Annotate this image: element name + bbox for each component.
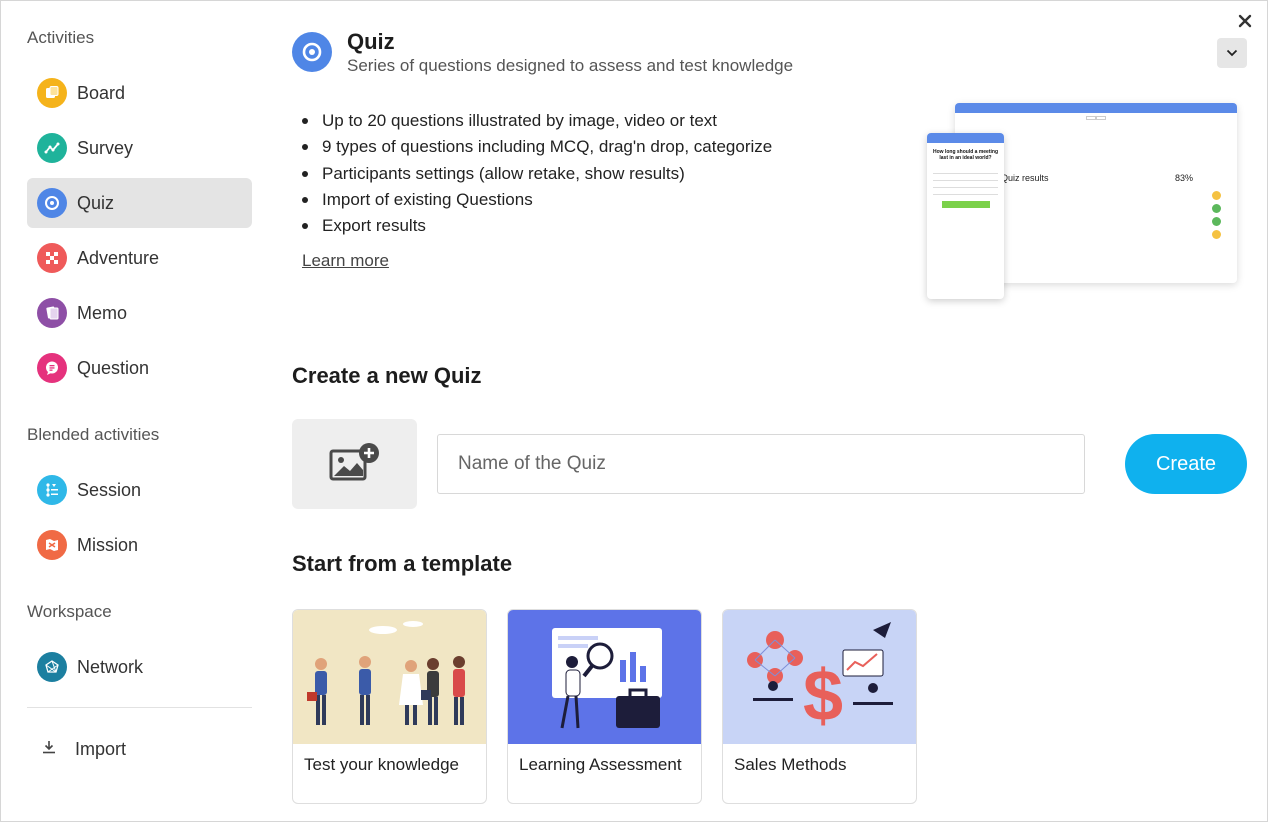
svg-text:$: $ — [803, 656, 843, 736]
sidebar-item-mission[interactable]: Mission — [27, 520, 252, 570]
preview-header-bar — [955, 103, 1237, 113]
sidebar: Activities Board Survey Quiz Adventure M… — [1, 1, 271, 821]
feature-list: Up to 20 questions illustrated by image,… — [302, 108, 772, 239]
preview-results-percentage: 83% — [1175, 173, 1194, 183]
quiz-preview-illustration: Quiz results 83% How long should a meeti… — [923, 97, 1243, 303]
quiz-name-input[interactable] — [437, 434, 1085, 494]
add-image-button[interactable] — [292, 419, 417, 509]
template-card-label: Test your knowledge — [304, 755, 459, 774]
page-title: Quiz — [347, 29, 395, 54]
sidebar-item-label: Session — [77, 479, 142, 500]
page-subtitle: Series of questions designed to assess a… — [347, 56, 794, 75]
sidebar-item-memo[interactable]: Memo — [27, 288, 252, 338]
chevron-down-icon — [1226, 49, 1238, 57]
preview-result-row — [1011, 217, 1221, 227]
sidebar-item-session[interactable]: Session — [27, 465, 252, 515]
preview-mobile-button — [941, 201, 990, 208]
template-section-title: Start from a template — [292, 551, 513, 576]
create-quiz-dialog: Activities Board Survey Quiz Adventure M… — [0, 0, 1268, 822]
sidebar-item-label: Network — [77, 656, 144, 677]
template-card-test-your-knowledge[interactable]: Test your knowledge — [292, 609, 487, 804]
sidebar-item-label: Question — [77, 357, 150, 378]
preview-tabs — [955, 116, 1237, 120]
preview-result-row — [1011, 230, 1221, 240]
survey-icon — [37, 133, 67, 163]
sales-illustration: $ — [723, 610, 916, 744]
quiz-icon — [37, 188, 67, 218]
question-icon — [37, 353, 67, 383]
preview-mobile-bar — [927, 133, 1004, 143]
sidebar-item-label: Board — [77, 82, 126, 103]
download-icon — [41, 739, 57, 760]
close-icon — [1238, 14, 1252, 28]
analysis-illustration — [508, 610, 701, 744]
template-card-label: Sales Methods — [734, 755, 847, 774]
sidebar-item-adventure[interactable]: Adventure — [27, 233, 252, 283]
sidebar-item-survey[interactable]: Survey — [27, 123, 252, 173]
preview-result-row — [1011, 191, 1221, 201]
feature-item: Import of existing Questions — [302, 187, 772, 213]
sidebar-item-label: Survey — [77, 137, 134, 158]
section-title-blended: Blended activities — [27, 425, 160, 444]
mobile-preview: How long should a meeting last in an ide… — [927, 133, 1004, 299]
sidebar-item-label: Mission — [77, 534, 139, 555]
sidebar-item-label: Quiz — [77, 192, 115, 213]
template-card-learning-assessment[interactable]: Learning Assessment — [507, 609, 702, 804]
feature-item: 9 types of questions including MCQ, drag… — [302, 134, 772, 160]
sidebar-item-network[interactable]: Network — [27, 642, 252, 692]
preview-result-row — [1011, 204, 1221, 214]
collapse-button[interactable] — [1217, 38, 1247, 68]
session-icon — [37, 475, 67, 505]
memo-icon — [37, 298, 67, 328]
team-illustration — [293, 610, 486, 744]
import-button[interactable]: Import — [27, 725, 252, 773]
sidebar-divider — [27, 707, 252, 708]
import-label: Import — [75, 738, 127, 759]
close-button[interactable] — [1233, 9, 1257, 33]
feature-item: Export results — [302, 213, 772, 239]
sidebar-item-quiz[interactable]: Quiz — [27, 178, 252, 228]
feature-item: Participants settings (allow retake, sho… — [302, 161, 772, 187]
sidebar-item-board[interactable]: Board — [27, 68, 252, 118]
preview-mobile-question: How long should a meeting last in an ide… — [933, 149, 998, 161]
template-card-sales-methods[interactable]: $ Sales Methods — [722, 609, 917, 804]
quiz-icon — [292, 32, 332, 72]
board-icon — [37, 78, 67, 108]
learn-more-link[interactable]: Learn more — [302, 251, 389, 271]
sidebar-item-label: Adventure — [77, 247, 160, 268]
adventure-icon — [37, 243, 67, 273]
sidebar-item-question[interactable]: Question — [27, 343, 252, 393]
preview-results-title: Quiz results — [1001, 173, 1049, 183]
create-button[interactable]: Create — [1125, 434, 1247, 494]
create-section-title: Create a new Quiz — [292, 363, 482, 388]
section-title-activities: Activities — [27, 28, 95, 47]
sidebar-item-label: Memo — [77, 302, 128, 323]
feature-item: Up to 20 questions illustrated by image,… — [302, 108, 772, 134]
add-image-icon — [329, 443, 379, 481]
mission-icon — [37, 530, 67, 560]
section-title-workspace: Workspace — [27, 602, 112, 621]
template-card-label: Learning Assessment — [519, 755, 682, 774]
network-icon — [37, 652, 67, 682]
